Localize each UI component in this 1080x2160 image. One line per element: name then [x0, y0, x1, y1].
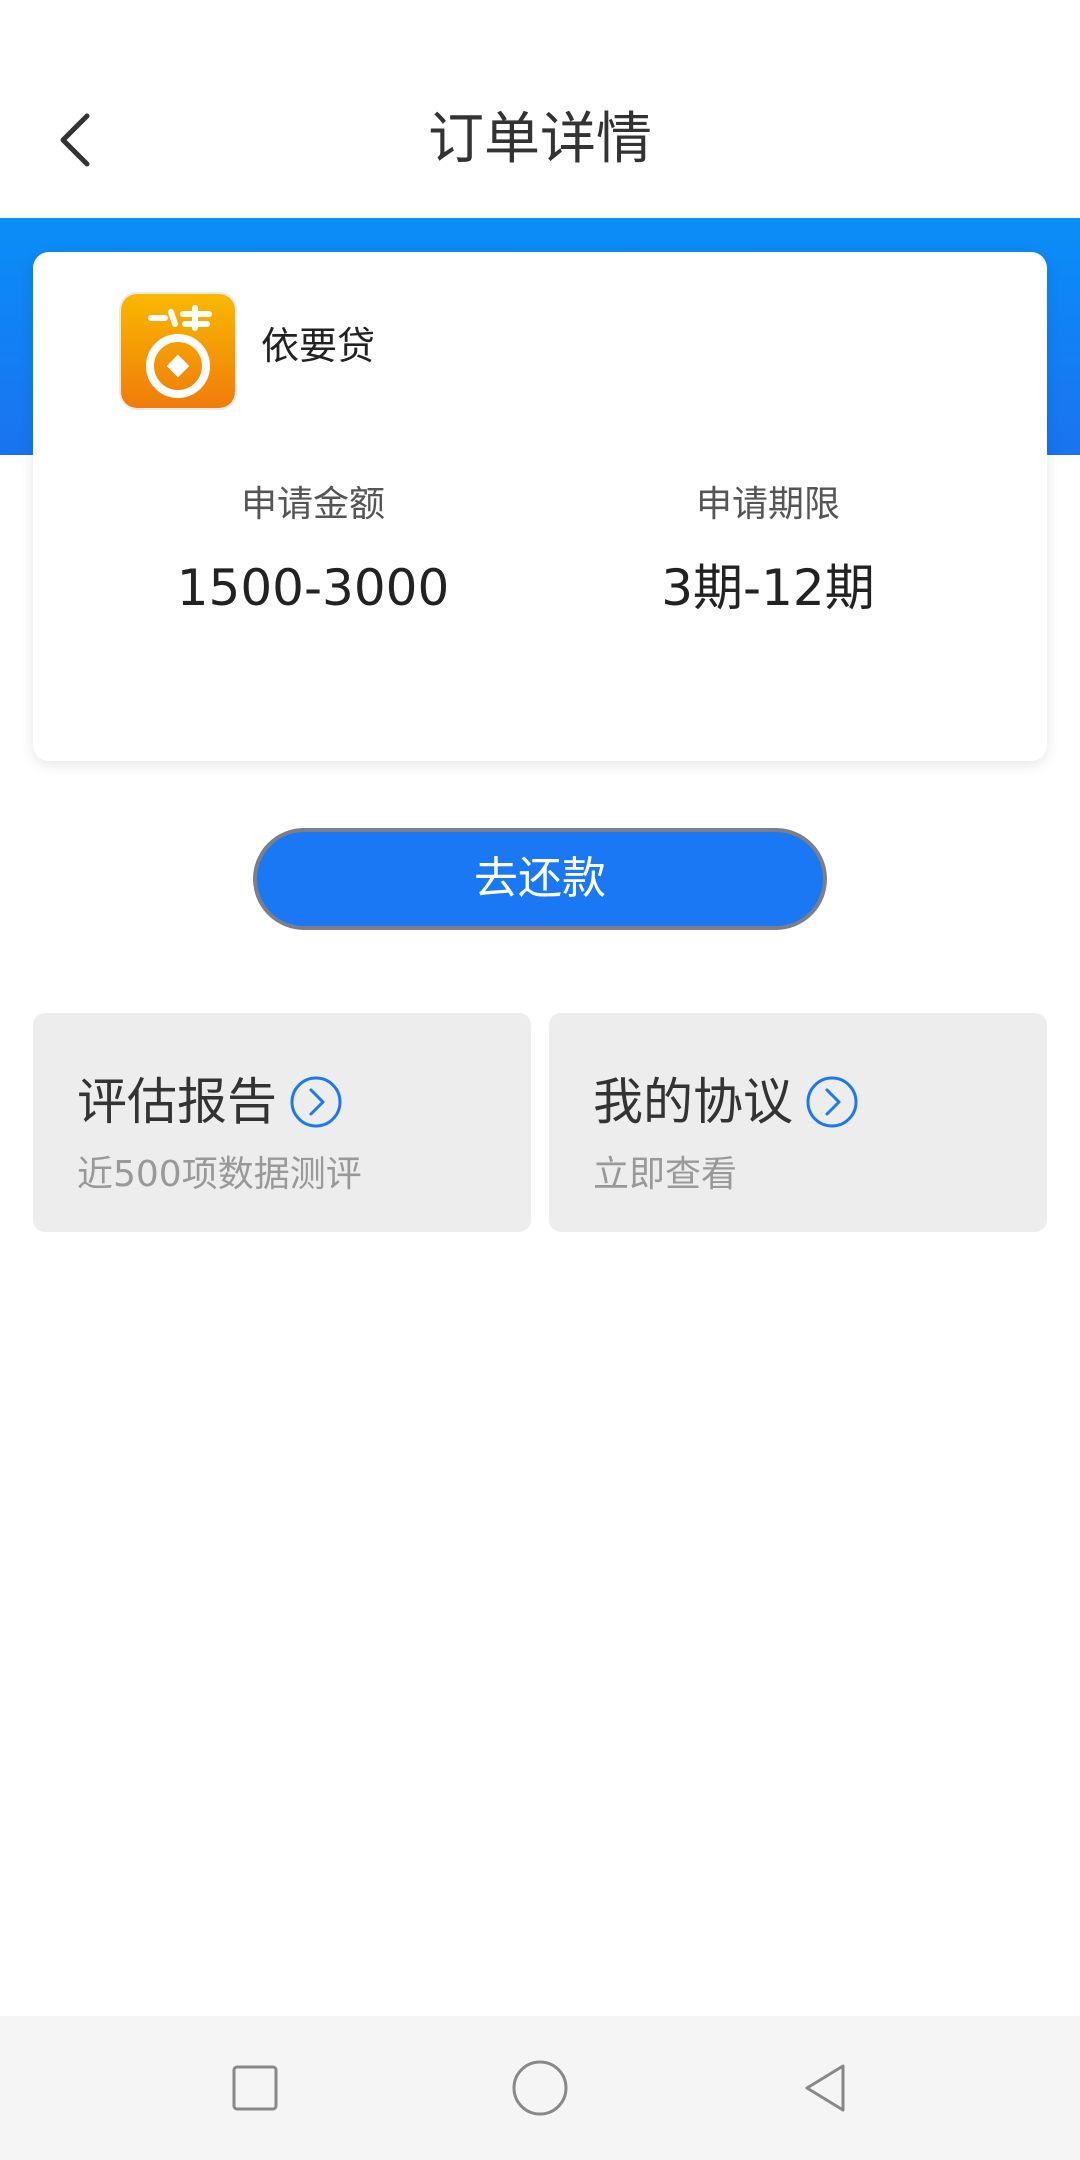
header: 订单详情 [0, 0, 1080, 218]
term-label: 申请期限 [695, 484, 840, 525]
tile-my-agreement[interactable]: 我的协议 立即查看 [549, 1013, 1047, 1232]
circle-chevron-right-icon [290, 1076, 342, 1128]
repay-button[interactable]: 去还款 [253, 828, 827, 930]
term-value: 3期-12期 [661, 559, 875, 617]
tile-title-row: 我的协议 [593, 1069, 859, 1135]
nav-home-button[interactable] [500, 2048, 580, 2128]
amount-stat: 申请金额 1500-3000 [113, 480, 513, 618]
nav-recent-button[interactable] [215, 2048, 295, 2128]
nav-back-button[interactable] [785, 2048, 865, 2128]
tile-subtitle: 立即查看 [593, 1154, 738, 1195]
circle-chevron-right-icon [806, 1076, 858, 1128]
page-title: 订单详情 [428, 107, 652, 172]
tile-title: 我的协议 [593, 1073, 793, 1131]
amount-value: 1500-3000 [176, 559, 450, 617]
system-navigation-bar [0, 2016, 1080, 2160]
amount-label: 申请金额 [240, 484, 385, 525]
circle-icon [512, 2060, 568, 2116]
tile-title-row: 评估报告 [77, 1069, 343, 1135]
square-icon [232, 2065, 278, 2111]
term-stat: 申请期限 3期-12期 [568, 480, 968, 618]
app-name: 依要贷 [261, 324, 376, 368]
tile-title: 评估报告 [77, 1073, 277, 1131]
tile-evaluation-report[interactable]: 评估报告 近500项数据测评 [33, 1013, 531, 1232]
order-card: 依要贷 申请金额 1500-3000 申请期限 3期-12期 [33, 252, 1047, 761]
triangle-back-icon [805, 2064, 845, 2112]
tile-subtitle: 近500项数据测评 [77, 1154, 362, 1195]
order-detail-page: 订单详情 依要贷 申请金额 1500-3000 申请期限 3期-12期 去还款 … [0, 0, 1080, 2160]
app-logo [119, 292, 237, 410]
